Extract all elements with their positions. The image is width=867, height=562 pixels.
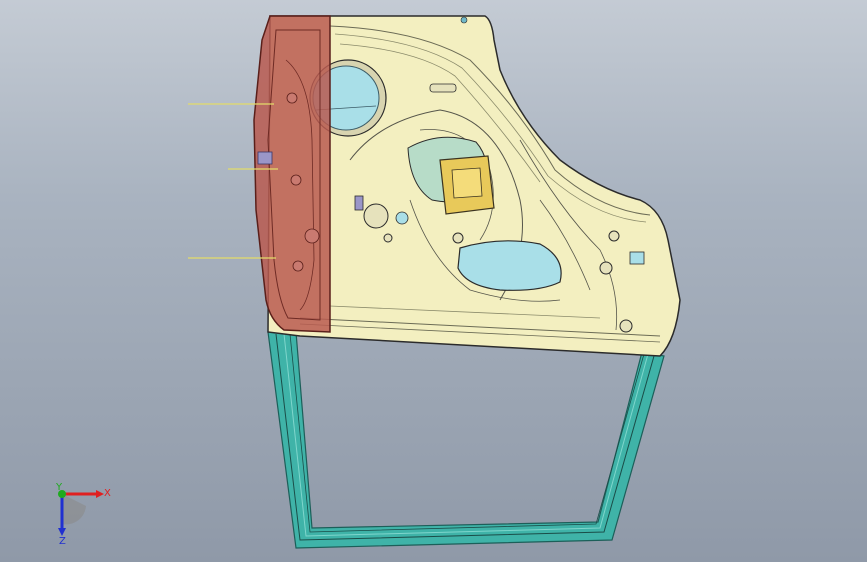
triad-shadow bbox=[62, 494, 86, 525]
y-axis-label: Y bbox=[55, 482, 63, 493]
window-frame[interactable] bbox=[267, 331, 665, 549]
window-regulator-bracket[interactable] bbox=[439, 155, 495, 215]
door-model-view[interactable] bbox=[0, 0, 867, 562]
x-axis-arrow bbox=[96, 490, 104, 498]
z-axis-arrow bbox=[58, 528, 66, 536]
x-axis-label: X bbox=[104, 488, 111, 499]
cad-viewport[interactable]: X Y Z bbox=[0, 0, 867, 562]
z-axis-label: Z bbox=[59, 536, 66, 547]
coordinate-triad[interactable]: X Y Z bbox=[40, 478, 120, 548]
access-opening[interactable] bbox=[457, 240, 562, 291]
highlighted-hinge-section[interactable] bbox=[253, 15, 331, 333]
